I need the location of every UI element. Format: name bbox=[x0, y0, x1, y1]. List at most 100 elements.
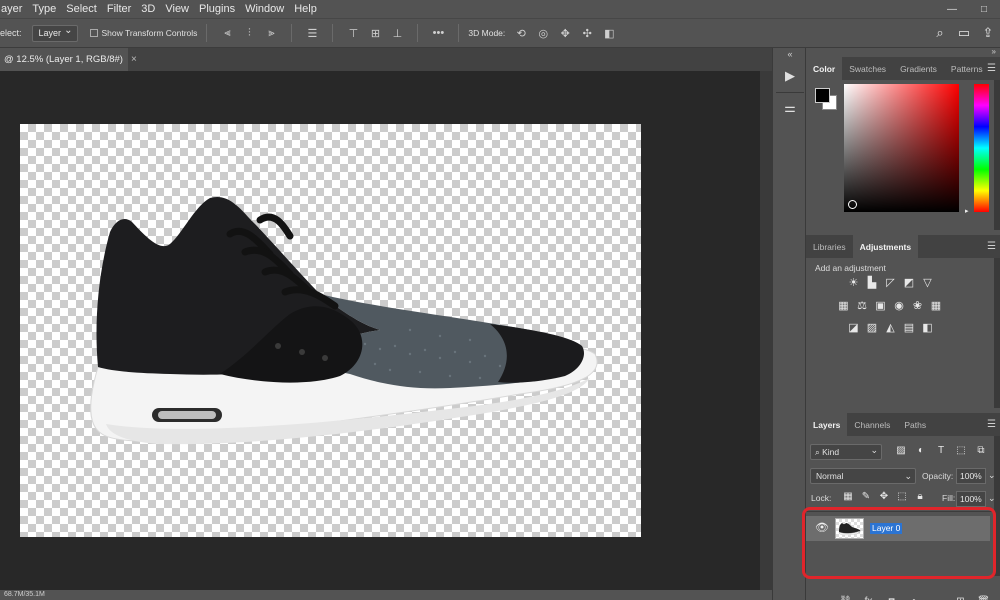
delete-layer-icon[interactable]: 🗑︎ bbox=[972, 596, 995, 600]
menu-view[interactable]: View bbox=[160, 3, 194, 15]
brightness-contrast-icon[interactable]: ☀ bbox=[846, 276, 861, 289]
layer-style-icon[interactable]: fx bbox=[857, 596, 880, 600]
levels-icon[interactable]: ▙ bbox=[865, 276, 880, 289]
3d-scale-icon[interactable]: ◧ bbox=[602, 27, 616, 40]
filter-type-icon[interactable]: T bbox=[931, 445, 951, 456]
3d-roll-icon[interactable]: ◎ bbox=[536, 27, 550, 40]
more-options-icon[interactable]: ••• bbox=[431, 27, 445, 39]
menu-plugins[interactable]: Plugins bbox=[194, 3, 240, 15]
menu-layer[interactable]: ayer bbox=[0, 3, 27, 15]
color-picker-field[interactable] bbox=[844, 84, 959, 212]
search-icon[interactable]: ⌕ bbox=[928, 25, 952, 41]
lock-position-icon[interactable]: ✥ bbox=[875, 491, 893, 502]
align-bottom-icon[interactable]: ⊥ bbox=[390, 27, 404, 40]
new-adjustment-layer-icon[interactable]: ◐ bbox=[903, 596, 926, 600]
lock-image-icon[interactable]: ✎ bbox=[857, 491, 875, 502]
picker-cursor[interactable] bbox=[848, 200, 857, 209]
workspace-icon[interactable]: ▭ bbox=[952, 25, 976, 41]
collapse-dock-icon[interactable]: « bbox=[773, 49, 807, 59]
menu-3d[interactable]: 3D bbox=[136, 3, 160, 15]
hue-slider-marker-icon[interactable]: ▸ bbox=[965, 207, 969, 215]
hue-slider[interactable] bbox=[974, 84, 989, 212]
menu-window[interactable]: Window bbox=[240, 3, 289, 15]
fill-input[interactable]: 100% bbox=[956, 491, 986, 507]
selective-color-icon[interactable]: ▤ bbox=[902, 321, 917, 334]
canvas-workspace[interactable] bbox=[0, 71, 772, 590]
align-middle-v-icon[interactable]: ⊞ bbox=[368, 27, 382, 40]
3d-slide-icon[interactable]: ✣ bbox=[580, 27, 594, 40]
tab-adjustments[interactable]: Adjustments bbox=[852, 235, 919, 258]
distribute-icon[interactable]: ☰ bbox=[305, 27, 319, 40]
panel-menu-icon[interactable]: ☰ bbox=[987, 419, 996, 430]
opacity-input[interactable]: 100% bbox=[956, 468, 986, 484]
tab-patterns[interactable]: Patterns bbox=[944, 57, 990, 80]
align-top-icon[interactable]: ⊤ bbox=[346, 27, 360, 40]
divider bbox=[206, 24, 208, 42]
panel-menu-icon[interactable]: ☰ bbox=[987, 241, 996, 252]
blend-mode-dropdown[interactable]: Normal ⌄ bbox=[810, 468, 916, 484]
color-panel-scrollbar[interactable] bbox=[994, 80, 1000, 230]
exposure-icon[interactable]: ◩ bbox=[902, 276, 917, 289]
menu-select[interactable]: Select bbox=[61, 3, 102, 15]
window-controls: — □ bbox=[936, 0, 1000, 18]
gradient-map-icon[interactable]: ◧ bbox=[920, 321, 935, 334]
invert-icon[interactable]: ◪ bbox=[846, 321, 861, 334]
tab-color[interactable]: Color bbox=[806, 57, 843, 80]
lock-all-icon[interactable]: 🔒︎ bbox=[911, 491, 929, 502]
adjustment-icons-row-2: ▦ ⚖ ▣ ◉ ❀ ▦ bbox=[836, 299, 947, 312]
channel-mixer-icon[interactable]: ❀ bbox=[910, 299, 925, 312]
lock-transparent-icon[interactable]: ▦ bbox=[839, 491, 857, 502]
highlight-annotation bbox=[802, 507, 996, 579]
new-layer-icon[interactable]: ⊞ bbox=[949, 596, 972, 600]
align-left-icon[interactable]: ⫷ bbox=[220, 27, 234, 40]
menu-type[interactable]: Type bbox=[27, 3, 61, 15]
share-icon[interactable]: ⇪ bbox=[976, 25, 1000, 41]
align-right-icon[interactable]: ⫸ bbox=[264, 27, 278, 40]
filter-adjustment-icon[interactable]: ◐ bbox=[911, 445, 931, 456]
link-layers-icon[interactable]: ⛓ bbox=[834, 596, 857, 600]
color-balance-icon[interactable]: ⚖ bbox=[855, 299, 870, 312]
3d-orbit-icon[interactable]: ⟲ bbox=[514, 27, 528, 40]
add-mask-icon[interactable]: ◙ bbox=[880, 596, 903, 600]
tab-swatches[interactable]: Swatches bbox=[842, 57, 893, 80]
tab-paths[interactable]: Paths bbox=[897, 413, 933, 436]
adjustments-panel-scrollbar[interactable] bbox=[994, 258, 1000, 408]
collapse-panels-icon[interactable]: » bbox=[992, 47, 996, 56]
filter-shape-icon[interactable]: ⬚ bbox=[951, 445, 971, 456]
document-tab[interactable]: @ 12.5% (Layer 1, RGB/8#) × bbox=[0, 48, 137, 71]
filter-smart-object-icon[interactable]: ⧉ bbox=[971, 445, 991, 456]
auto-select-dropdown[interactable]: Layer bbox=[31, 24, 78, 42]
filter-pixel-icon[interactable]: ▨ bbox=[891, 445, 911, 456]
color-lookup-icon[interactable]: ▦ bbox=[929, 299, 944, 312]
vibrance-icon[interactable]: ▽ bbox=[920, 276, 935, 289]
black-white-icon[interactable]: ▣ bbox=[873, 299, 888, 312]
tab-gradients[interactable]: Gradients bbox=[893, 57, 944, 80]
foreground-color-swatch[interactable] bbox=[815, 88, 830, 103]
minimize-button[interactable]: — bbox=[936, 0, 968, 18]
posterize-icon[interactable]: ▨ bbox=[865, 321, 880, 334]
tab-channels[interactable]: Channels bbox=[847, 413, 897, 436]
menu-help[interactable]: Help bbox=[289, 3, 322, 15]
panel-menu-icon[interactable]: ☰ bbox=[987, 63, 996, 74]
properties-sliders-icon[interactable]: ⚌ bbox=[778, 96, 802, 120]
threshold-icon[interactable]: ◭ bbox=[883, 321, 898, 334]
curves-icon[interactable]: ◸ bbox=[883, 276, 898, 289]
play-actions-icon[interactable]: ▶ bbox=[778, 64, 802, 88]
show-transform-checkbox[interactable] bbox=[89, 29, 98, 37]
layer-filter-dropdown[interactable]: ⌕ Kind ⌄ bbox=[810, 444, 882, 460]
hue-saturation-icon[interactable]: ▦ bbox=[836, 299, 851, 312]
close-tab-icon[interactable]: × bbox=[131, 54, 137, 65]
new-group-icon[interactable]: ▬ bbox=[926, 596, 949, 600]
canvas-vertical-scrollbar[interactable] bbox=[760, 71, 772, 590]
menu-filter[interactable]: Filter bbox=[102, 3, 136, 15]
tab-libraries[interactable]: Libraries bbox=[806, 235, 853, 258]
document-canvas[interactable] bbox=[20, 124, 641, 537]
tab-layers[interactable]: Layers bbox=[806, 413, 848, 436]
lock-artboard-icon[interactable]: ⬚ bbox=[893, 491, 911, 502]
maximize-button[interactable]: □ bbox=[968, 0, 1000, 18]
3d-pan-icon[interactable]: ✥ bbox=[558, 27, 572, 40]
align-center-h-icon[interactable]: ⫶ bbox=[242, 27, 256, 40]
layers-footer-toolbar: ⛓ fx ◙ ◐ ▬ ⊞ 🗑︎ bbox=[806, 596, 1000, 600]
photo-filter-icon[interactable]: ◉ bbox=[892, 299, 907, 312]
add-adjustment-label: Add an adjustment bbox=[815, 263, 886, 273]
